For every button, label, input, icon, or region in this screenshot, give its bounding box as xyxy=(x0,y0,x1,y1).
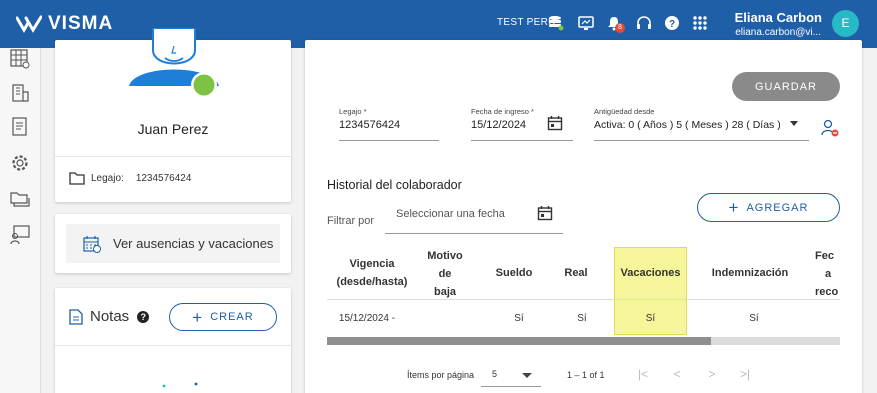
teacher-icon[interactable] xyxy=(9,224,31,246)
calendar-icon[interactable] xyxy=(537,205,553,221)
monitor-icon[interactable] xyxy=(576,13,596,33)
antiguedad-select[interactable]: Antigüedad desde Activa: 0 ( Años ) 5 ( … xyxy=(594,107,809,141)
calendar-icon[interactable] xyxy=(547,115,563,131)
column-header-real[interactable]: Real xyxy=(551,264,601,282)
cell-sueldo: Sí xyxy=(514,313,524,324)
next-page-icon[interactable]: > xyxy=(705,367,719,381)
notes-title: Notas xyxy=(90,308,130,325)
items-per-page-select[interactable]: 5 xyxy=(481,362,541,387)
filter-label: Filtrar por xyxy=(327,215,375,227)
user-email: eliana.carbon@vi... xyxy=(735,27,821,38)
cell-real: Sí xyxy=(577,313,587,324)
status-online-icon xyxy=(191,72,217,98)
notification-badge: 8 xyxy=(615,23,625,33)
visma-mark-icon xyxy=(16,15,42,33)
ingreso-date-field[interactable]: Fecha de ingreso * 15/12/2024 xyxy=(471,107,573,141)
view-absences-label: Ver ausencias y vacaciones xyxy=(113,236,274,251)
chevron-down-icon xyxy=(522,373,532,378)
create-note-label: CREAR xyxy=(210,311,254,323)
first-page-icon[interactable]: |< xyxy=(636,367,650,381)
divider xyxy=(55,345,291,346)
cell-vigencia: 15/12/2024 - xyxy=(338,313,396,324)
column-header-vacaciones[interactable]: Vacaciones xyxy=(614,264,687,282)
filter-date-placeholder: Seleccionar una fecha xyxy=(396,208,505,220)
profile-name: Juan Perez xyxy=(137,121,209,137)
folders-icon[interactable] xyxy=(9,188,31,210)
filter-date-field[interactable]: Seleccionar una fecha xyxy=(385,200,563,234)
page-range: 1 – 1 of 1 xyxy=(567,370,605,380)
column-header-indemnizacion[interactable]: Indemnización xyxy=(701,264,799,282)
header-text: de xyxy=(438,268,452,280)
notes-card: Notas ? + CREAR xyxy=(55,288,291,393)
svg-text:?: ? xyxy=(669,19,675,30)
remove-user-icon[interactable] xyxy=(820,118,840,138)
column-header-motivo[interactable]: Motivo de baja xyxy=(417,247,473,301)
column-header-vigencia[interactable]: Vigencia (desde/hasta) xyxy=(327,255,417,291)
ingreso-field-label: Fecha de ingreso * xyxy=(471,107,534,116)
plus-icon: + xyxy=(192,307,204,327)
column-header-sueldo[interactable]: Sueldo xyxy=(485,264,543,282)
cell-vacaciones: Sí xyxy=(645,313,656,324)
cell-indemnizacion: Sí xyxy=(749,313,759,324)
user-avatar[interactable]: E xyxy=(832,10,859,37)
items-per-page-value: 5 xyxy=(492,369,498,379)
legajo-field[interactable]: Legajo * 1234576424 xyxy=(339,107,439,141)
antiguedad-value: Activa: 0 ( Años ) 5 ( Meses ) 28 ( Días… xyxy=(594,119,780,131)
bell-icon[interactable]: 8 xyxy=(604,13,625,33)
spreadsheet-icon[interactable] xyxy=(9,48,31,70)
left-rail xyxy=(0,48,41,393)
absences-card: Ver ausencias y vacaciones xyxy=(55,214,291,273)
legajo-row: Legajo: 1234576424 xyxy=(69,171,191,185)
employee-detail-card: GUARDAR Legajo * 1234576424 Fecha de ing… xyxy=(305,40,862,393)
history-title: Historial del colaborador xyxy=(327,178,462,192)
building-icon[interactable] xyxy=(9,82,31,104)
brand-logo[interactable]: VISMA xyxy=(16,13,113,35)
plus-icon: + xyxy=(728,198,740,217)
chevron-down-icon xyxy=(790,121,798,126)
help-icon[interactable]: ? xyxy=(137,310,150,323)
note-document-icon xyxy=(69,308,83,325)
user-name[interactable]: Eliana Carbon xyxy=(735,10,822,25)
scrollbar-thumb[interactable] xyxy=(327,337,711,345)
help-icon[interactable]: ? xyxy=(662,13,682,33)
legajo-label: Legajo: xyxy=(91,172,124,184)
divider xyxy=(327,299,840,300)
notes-illustration xyxy=(162,382,198,388)
divider xyxy=(55,156,291,157)
last-page-icon[interactable]: >| xyxy=(738,367,752,381)
header-text: Fec xyxy=(815,250,834,262)
header-text: a xyxy=(825,268,832,280)
column-header-fecha[interactable]: Fec a reco xyxy=(815,247,840,301)
database-icon[interactable] xyxy=(546,13,566,33)
save-button[interactable]: GUARDAR xyxy=(732,72,840,101)
header-text: Motivo xyxy=(427,250,463,262)
document-icon[interactable] xyxy=(9,116,31,138)
calendar-check-icon xyxy=(83,235,101,253)
previous-page-icon[interactable]: < xyxy=(670,367,684,381)
table-horizontal-scrollbar[interactable] xyxy=(327,337,840,345)
apps-grid-icon[interactable] xyxy=(690,13,710,33)
header-text: Vigencia xyxy=(349,258,395,270)
items-per-page-label: Ítems por página xyxy=(407,370,475,380)
settings-icon[interactable] xyxy=(9,152,31,174)
brand-name: VISMA xyxy=(48,13,114,34)
create-note-button[interactable]: + CREAR xyxy=(169,303,277,331)
profile-card: Juan Perez Legajo: 1234576424 xyxy=(55,28,291,202)
antiguedad-label: Antigüedad desde xyxy=(594,107,655,116)
header-text: (desde/hasta) xyxy=(336,276,408,288)
headset-icon[interactable] xyxy=(634,13,654,33)
add-history-button[interactable]: + AGREGAR xyxy=(697,193,840,222)
history-table: Vigencia (desde/hasta) Motivo de baja Su… xyxy=(327,247,840,337)
legajo-value: 1234576424 xyxy=(135,172,192,184)
folder-icon xyxy=(69,172,85,185)
notes-header: Notas ? xyxy=(69,308,150,325)
view-absences-button[interactable]: Ver ausencias y vacaciones xyxy=(66,224,280,263)
legajo-field-value: 1234576424 xyxy=(339,119,401,131)
legajo-field-label: Legajo * xyxy=(339,107,367,116)
add-history-label: AGREGAR xyxy=(746,201,809,214)
ingreso-field-value: 15/12/2024 xyxy=(471,119,527,131)
